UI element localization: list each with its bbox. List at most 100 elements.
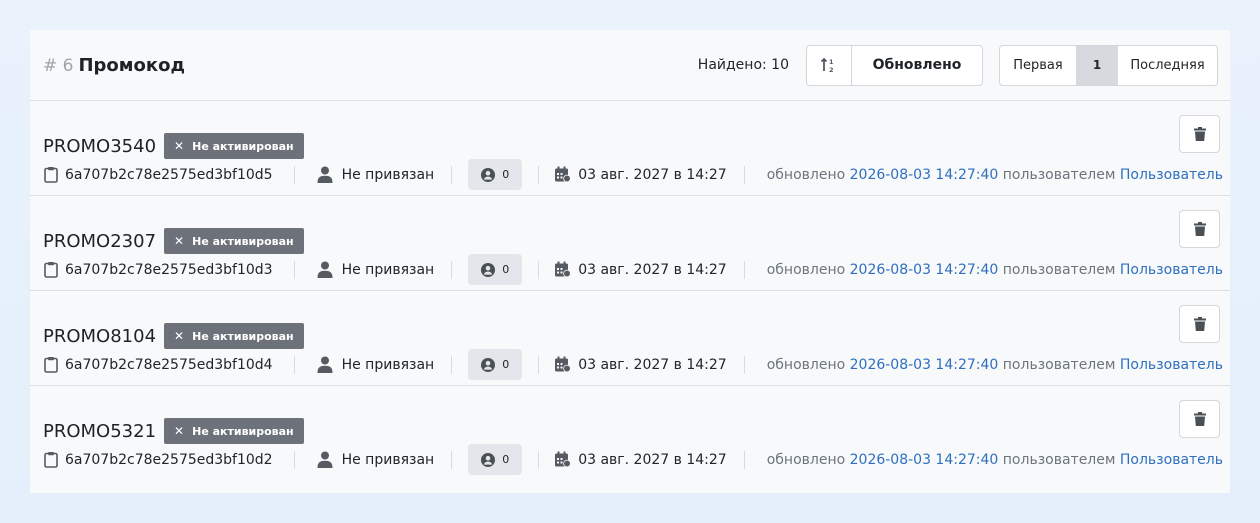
updated-by-text: пользователем: [1002, 262, 1116, 278]
calendar-icon: [555, 356, 571, 373]
updated-info: обновлено 2026-08-03 14:27:40 пользовате…: [767, 262, 1223, 278]
sort-field-button[interactable]: Обновлено: [852, 46, 982, 85]
updated-user-link[interactable]: Пользователь: [1120, 167, 1223, 183]
calendar-icon: [555, 261, 571, 278]
promo-id[interactable]: 6a707b2c78e2575ed3bf10d4: [65, 357, 273, 373]
updated-info: обновлено 2026-08-03 14:27:40 пользовате…: [767, 452, 1223, 468]
date-cell: 03 авг. 2027 в 14:27: [554, 356, 727, 373]
promo-code[interactable]: PROMO3540: [43, 136, 156, 157]
status-badge: ✕ Не активирован: [164, 133, 304, 159]
counter-value: 0: [502, 358, 510, 371]
id-cell: 6a707b2c78e2575ed3bf10d5: [44, 166, 273, 183]
svg-text:1: 1: [829, 58, 834, 66]
activations-counter[interactable]: 0: [468, 254, 523, 285]
owner-text: Не привязан: [341, 166, 435, 183]
user-icon: [317, 356, 333, 373]
sort-group: 1 2 Обновлено: [806, 44, 983, 86]
updated-prefix: обновлено: [766, 452, 846, 468]
updated-prefix: обновлено: [766, 357, 846, 373]
date-cell: 03 авг. 2027 в 14:27: [554, 451, 727, 468]
id-cell: 6a707b2c78e2575ed3bf10d3: [44, 261, 273, 278]
updated-prefix: обновлено: [766, 167, 846, 183]
page-title: # 6 Промокод: [43, 55, 185, 76]
updated-prefix: обновлено: [766, 262, 846, 278]
clipboard-icon: [44, 357, 58, 373]
updated-user-link[interactable]: Пользователь: [1120, 262, 1223, 278]
owner-cell: Не привязан: [317, 166, 435, 183]
owner-text: Не привязан: [341, 451, 435, 468]
promo-card: # 6 Промокод Найдено: 10 1 2 Обновлено П…: [30, 30, 1230, 493]
list-item: PROMO5321 ✕ Не активирован 6a707b2c78e25…: [30, 386, 1230, 481]
counter-value: 0: [502, 263, 510, 276]
status-badge: ✕ Не активирован: [164, 418, 304, 444]
promo-id[interactable]: 6a707b2c78e2575ed3bf10d5: [65, 167, 273, 183]
id-cell: 6a707b2c78e2575ed3bf10d4: [44, 356, 273, 373]
status-text: Не активирован: [192, 329, 294, 343]
sort-icon: 1 2: [820, 57, 834, 74]
updated-info: обновлено 2026-08-03 14:27:40 пользовате…: [767, 357, 1223, 373]
status-text: Не активирован: [192, 139, 294, 153]
page-current-button[interactable]: 1: [1076, 45, 1118, 85]
trash-icon: [1193, 317, 1206, 331]
user-circle-icon: [481, 452, 496, 467]
close-icon: ✕: [174, 234, 185, 248]
updated-time-link[interactable]: 2026-08-03 14:27:40: [850, 167, 999, 183]
updated-time-link[interactable]: 2026-08-03 14:27:40: [850, 357, 999, 373]
updated-by-text: пользователем: [1002, 452, 1116, 468]
card-header: # 6 Промокод Найдено: 10 1 2 Обновлено П…: [30, 30, 1230, 101]
close-icon: ✕: [174, 329, 185, 343]
promo-code[interactable]: PROMO5321: [43, 421, 156, 442]
updated-info: обновлено 2026-08-03 14:27:40 пользовате…: [767, 167, 1223, 183]
user-circle-icon: [481, 262, 496, 277]
owner-cell: Не привязан: [317, 451, 435, 468]
clipboard-icon: [44, 167, 58, 183]
sort-direction-button[interactable]: 1 2: [807, 45, 852, 85]
list-item: PROMO2307 ✕ Не активирован 6a707b2c78e25…: [30, 196, 1230, 291]
date-text: 03 авг. 2027 в 14:27: [578, 356, 727, 373]
activations-counter[interactable]: 0: [468, 444, 523, 475]
calendar-icon: [555, 166, 571, 183]
promo-code[interactable]: PROMO8104: [43, 326, 156, 347]
updated-by-text: пользователем: [1002, 167, 1116, 183]
updated-user-link[interactable]: Пользователь: [1120, 357, 1223, 373]
activations-counter[interactable]: 0: [468, 159, 523, 190]
id-cell: 6a707b2c78e2575ed3bf10d2: [44, 451, 273, 468]
delete-button[interactable]: [1179, 305, 1220, 343]
status-badge: ✕ Не активирован: [164, 228, 304, 254]
status-badge: ✕ Не активирован: [164, 323, 304, 349]
counter-value: 0: [502, 168, 510, 181]
updated-time-link[interactable]: 2026-08-03 14:27:40: [850, 262, 999, 278]
clipboard-icon: [44, 452, 58, 468]
owner-text: Не привязан: [341, 356, 435, 373]
owner-cell: Не привязан: [317, 261, 434, 278]
delete-button[interactable]: [1179, 210, 1220, 248]
pagination: Первая 1 Последняя: [999, 44, 1218, 86]
date-text: 03 авг. 2027 в 14:27: [578, 451, 727, 468]
updated-user-link[interactable]: Пользователь: [1120, 452, 1223, 468]
user-icon: [317, 451, 333, 468]
close-icon: ✕: [174, 139, 185, 153]
list-item: PROMO3540 ✕ Не активирован 6a707b2c78e25…: [30, 101, 1230, 196]
delete-button[interactable]: [1179, 115, 1220, 153]
close-icon: ✕: [174, 424, 185, 438]
updated-by-text: пользователем: [1002, 357, 1116, 373]
counter-value: 0: [502, 453, 510, 466]
trash-icon: [1193, 412, 1206, 426]
status-text: Не активирован: [192, 234, 294, 248]
delete-button[interactable]: [1179, 400, 1220, 438]
user-circle-icon: [481, 167, 496, 182]
page-first-button[interactable]: Первая: [1000, 46, 1076, 85]
activations-counter[interactable]: 0: [468, 349, 523, 380]
entity-index: # 6: [43, 55, 74, 76]
promo-id[interactable]: 6a707b2c78e2575ed3bf10d2: [65, 452, 273, 468]
trash-icon: [1193, 222, 1206, 236]
owner-cell: Не привязан: [317, 356, 435, 373]
date-text: 03 авг. 2027 в 14:27: [578, 166, 727, 183]
clipboard-icon: [44, 262, 58, 278]
found-count: Найдено: 10: [697, 57, 789, 73]
promo-id[interactable]: 6a707b2c78e2575ed3bf10d3: [65, 262, 273, 278]
trash-icon: [1193, 127, 1206, 141]
page-last-button[interactable]: Последняя: [1118, 46, 1217, 85]
updated-time-link[interactable]: 2026-08-03 14:27:40: [850, 452, 999, 468]
promo-code[interactable]: PROMO2307: [43, 231, 156, 252]
